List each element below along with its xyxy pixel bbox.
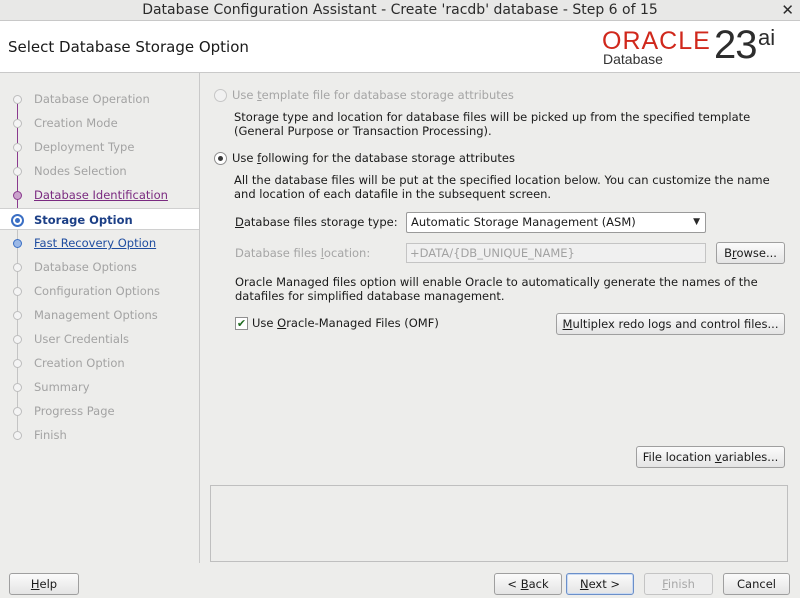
nav-item-label: Creation Mode <box>34 116 118 130</box>
template-description-line2: (General Purpose or Transaction Processi… <box>234 124 492 138</box>
nav-item-label: Summary <box>34 380 90 394</box>
step-indicator-icon <box>13 359 22 368</box>
nav-item-storage-option[interactable]: Storage Option <box>0 208 199 230</box>
step-indicator-icon <box>13 335 22 344</box>
nav-item-label: Progress Page <box>34 404 115 418</box>
step-indicator-icon <box>13 191 22 200</box>
nav-item-deployment-type: Deployment Type <box>0 136 199 158</box>
nav-item-label: User Credentials <box>34 332 130 346</box>
following-attributes-radio[interactable] <box>214 152 227 165</box>
message-panel <box>210 485 788 562</box>
storage-type-select[interactable]: Automatic Storage Management (ASM) ▼ <box>406 212 706 233</box>
step-indicator-icon <box>13 407 22 416</box>
step-navigation: Database Operation Creation Mode Deploymen… <box>0 73 200 563</box>
step-indicator-icon <box>13 431 22 440</box>
nav-item-finish: Finish <box>0 424 199 446</box>
logo-version-suffix: ai <box>758 25 776 50</box>
nav-item-label: Configuration Options <box>34 284 161 298</box>
window-title: Database Configuration Assistant - Creat… <box>142 2 658 18</box>
nav-item-label: Storage Option <box>34 213 133 227</box>
storage-type-value: Automatic Storage Management (ASM) <box>411 215 636 229</box>
nav-item-management-options: Management Options <box>0 304 199 326</box>
nav-item-user-credentials: User Credentials <box>0 328 199 350</box>
files-location-label: Database files location: <box>235 246 371 260</box>
finish-button[interactable]: Finish <box>644 573 713 595</box>
nav-item-label: Fast Recovery Option <box>34 236 157 250</box>
nav-item-database-options: Database Options <box>0 256 199 278</box>
step-indicator-icon <box>13 167 22 176</box>
nav-item-label: Database Identification <box>34 188 168 202</box>
logo-product: Database <box>603 51 663 67</box>
omf-checkbox[interactable]: ✔ <box>235 317 248 330</box>
following-attributes-radio-label: Use following for the database storage a… <box>232 151 515 165</box>
browse-button[interactable]: Browse... <box>716 242 785 264</box>
nav-item-creation-mode: Creation Mode <box>0 112 199 134</box>
help-button[interactable]: Help <box>9 573 79 595</box>
nav-item-label: Creation Option <box>34 356 125 370</box>
oracle-database-logo: ORACLE Database 23 ai <box>602 23 792 71</box>
multiplex-redo-logs-button[interactable]: Multiplex redo logs and control files... <box>556 313 785 335</box>
nav-item-label: Nodes Selection <box>34 164 127 178</box>
next-button[interactable]: Next > <box>566 573 634 595</box>
omf-checkbox-label: Use Oracle-Managed Files (OMF) <box>252 316 439 330</box>
files-location-field[interactable]: +DATA/{DB_UNIQUE_NAME} <box>406 243 706 263</box>
step-indicator-icon <box>13 119 22 128</box>
nav-item-database-operation: Database Operation <box>0 88 199 110</box>
template-description-line1: Storage type and location for database f… <box>234 110 751 124</box>
close-icon[interactable]: ✕ <box>781 0 794 21</box>
omf-note-line1: Oracle Managed files option will enable … <box>235 275 758 289</box>
step-indicator-icon <box>13 143 22 152</box>
following-description-line1: All the database files will be put at th… <box>234 173 770 187</box>
chevron-down-icon: ▼ <box>693 217 700 227</box>
template-file-radio-label: Use template file for database storage a… <box>232 88 514 102</box>
nav-item-label: Finish <box>34 428 67 442</box>
nav-item-fast-recovery-option[interactable]: Fast Recovery Option <box>0 232 199 254</box>
nav-item-nodes-selection: Nodes Selection <box>0 160 199 182</box>
nav-item-progress-page: Progress Page <box>0 400 199 422</box>
logo-version: 23 <box>714 23 757 67</box>
step-indicator-icon <box>11 214 24 227</box>
storage-type-label: Database files storage type: <box>235 215 398 229</box>
nav-item-creation-option: Creation Option <box>0 352 199 374</box>
following-description-line2: and location of each datafile in the sub… <box>234 187 552 201</box>
nav-item-label: Management Options <box>34 308 158 322</box>
step-indicator-icon <box>13 263 22 272</box>
nav-item-database-identification[interactable]: Database Identification <box>0 184 199 206</box>
omf-note-line2: datafiles for simplified database manage… <box>235 289 505 303</box>
step-indicator-icon <box>13 311 22 320</box>
page-header: Select Database Storage Option ORACLE Da… <box>0 21 800 73</box>
file-location-variables-button[interactable]: File location variables... <box>636 446 785 468</box>
nav-item-label: Database Operation <box>34 92 150 106</box>
step-indicator-icon <box>13 239 22 248</box>
step-indicator-icon <box>13 287 22 296</box>
nav-item-configuration-options: Configuration Options <box>0 280 199 302</box>
cancel-button[interactable]: Cancel <box>723 573 790 595</box>
step-indicator-icon <box>13 95 22 104</box>
window-title-bar: Database Configuration Assistant - Creat… <box>0 0 800 21</box>
template-file-radio[interactable] <box>214 89 227 102</box>
nav-item-summary: Summary <box>0 376 199 398</box>
nav-item-label: Database Options <box>34 260 137 274</box>
page-title: Select Database Storage Option <box>8 38 249 56</box>
back-button[interactable]: < Back <box>494 573 562 595</box>
step-indicator-icon <box>13 383 22 392</box>
nav-item-label: Deployment Type <box>34 140 135 154</box>
